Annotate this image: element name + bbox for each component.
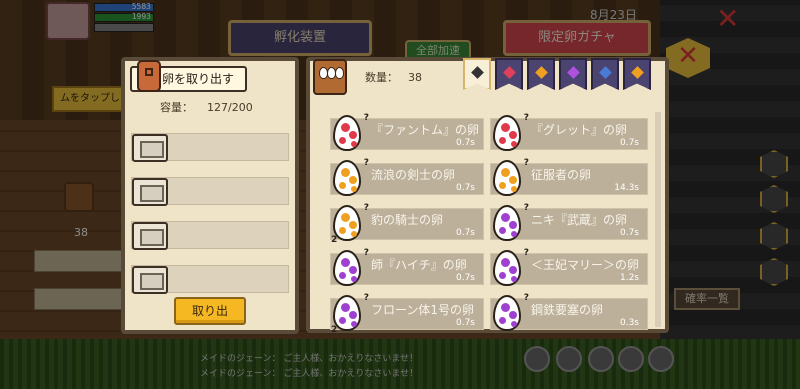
egg-list-item[interactable]: ? ＜王妃マリー＞の卵 1.2s <box>490 248 648 286</box>
egg-list-item[interactable]: ? 師『ハイチ』の卵 0.7s <box>330 248 484 286</box>
empty-slot-icon <box>132 266 168 294</box>
egg-icon: ? <box>333 248 369 286</box>
storage-slot[interactable] <box>131 177 289 206</box>
egg-list-item[interactable]: ? 2 フローン体1号の卵 0.7s <box>330 293 484 335</box>
gem-icon <box>471 66 484 79</box>
hatch-time: 0.7s <box>455 318 475 328</box>
capacity-label: 容量： <box>160 101 193 114</box>
hatch-time: 0.7s <box>619 138 639 148</box>
egg-name: ニキ『武蔵』の卵 <box>531 213 628 227</box>
egg-icon: ? <box>493 158 529 196</box>
unknown-badge-icon: ? <box>523 293 529 303</box>
hatch-time: 14.3s <box>614 183 639 193</box>
egg-icon: ? <box>493 293 529 331</box>
egg-name: 師『ハイチ』の卵 <box>371 258 467 272</box>
empty-slot-icon <box>132 178 168 206</box>
gem-icon <box>503 66 516 79</box>
unknown-badge-icon: ? <box>363 113 369 123</box>
egg-icon: ? 2 <box>331 203 369 245</box>
capacity-value: 127/200 <box>207 101 253 114</box>
unknown-badge-icon: ? <box>523 248 529 258</box>
hatch-time: 0.7s <box>455 228 475 238</box>
egg-icon: ? <box>333 113 369 151</box>
unknown-badge-icon: ? <box>523 113 529 123</box>
unknown-badge-icon: ? <box>363 248 369 258</box>
egg-name: 流浪の剣士の卵 <box>371 168 456 182</box>
egg-icon: ? 2 <box>331 293 369 335</box>
egg-name: ＜王妃マリー＞の卵 <box>531 258 640 272</box>
empty-slot-icon <box>132 222 168 250</box>
egg-stack-count: 2 <box>331 325 338 335</box>
egg-icon: ? <box>493 203 529 241</box>
unknown-badge-icon: ? <box>363 203 369 213</box>
egg-name: 征服者の卵 <box>531 168 592 182</box>
hatch-time: 0.7s <box>619 228 639 238</box>
egg-list-item[interactable]: ? 流浪の剣士の卵 0.7s <box>330 158 484 196</box>
gem-icon <box>535 66 548 79</box>
egg-stack-count: 2 <box>331 235 338 245</box>
egg-list-item[interactable]: ? 鋼鉄要塞の卵 0.3s <box>490 293 648 331</box>
gem-icon <box>599 66 612 79</box>
hatch-time: 0.7s <box>455 183 475 193</box>
egg-name: 豹の騎士の卵 <box>371 213 444 227</box>
unknown-badge-icon: ? <box>363 293 369 303</box>
egg-list-scrollbar[interactable] <box>655 112 661 327</box>
gem-icon <box>567 66 580 79</box>
egg-list-item[interactable]: ? 征服者の卵 14.3s <box>490 158 648 196</box>
storage-slot[interactable] <box>131 221 289 250</box>
egg-list-panel <box>306 57 669 333</box>
egg-icon: ? <box>493 113 529 151</box>
hatch-time: 0.3s <box>619 318 639 328</box>
egg-list-item[interactable]: ? 2 豹の騎士の卵 0.7s <box>330 203 484 245</box>
hatch-time: 1.2s <box>619 273 639 283</box>
bag-icon <box>137 60 161 92</box>
egg-list-item[interactable]: ? ニキ『武蔵』の卵 0.7s <box>490 203 648 241</box>
unknown-badge-icon: ? <box>523 203 529 213</box>
egg-basket-icon <box>313 59 347 95</box>
storage-slot[interactable] <box>131 133 289 162</box>
storage-slot[interactable] <box>131 265 289 294</box>
egg-list-item[interactable]: ? 『ファントム』の卵 0.7s <box>330 113 484 151</box>
egg-icon: ? <box>493 248 529 286</box>
unknown-badge-icon: ? <box>363 158 369 168</box>
unknown-badge-icon: ? <box>523 158 529 168</box>
empty-slot-icon <box>132 134 168 162</box>
take-out-button[interactable]: 取り出 <box>174 297 246 325</box>
count-label: 数量： <box>365 71 398 84</box>
egg-name: 『グレット』の卵 <box>531 123 628 137</box>
egg-name: フローン体1号の卵 <box>371 303 475 317</box>
egg-count: 数量： 38 <box>365 69 422 85</box>
egg-name: 『ファントム』の卵 <box>371 123 480 137</box>
egg-icon: ? <box>333 158 369 196</box>
egg-list-item[interactable]: ? 『グレット』の卵 0.7s <box>490 113 648 151</box>
hatch-time: 0.7s <box>455 273 475 283</box>
count-value: 38 <box>408 71 422 84</box>
storage-capacity: 容量： 127/200 <box>160 99 253 115</box>
egg-name: 鋼鉄要塞の卵 <box>531 303 604 317</box>
hatch-time: 0.7s <box>455 138 475 148</box>
gem-icon <box>631 66 644 79</box>
